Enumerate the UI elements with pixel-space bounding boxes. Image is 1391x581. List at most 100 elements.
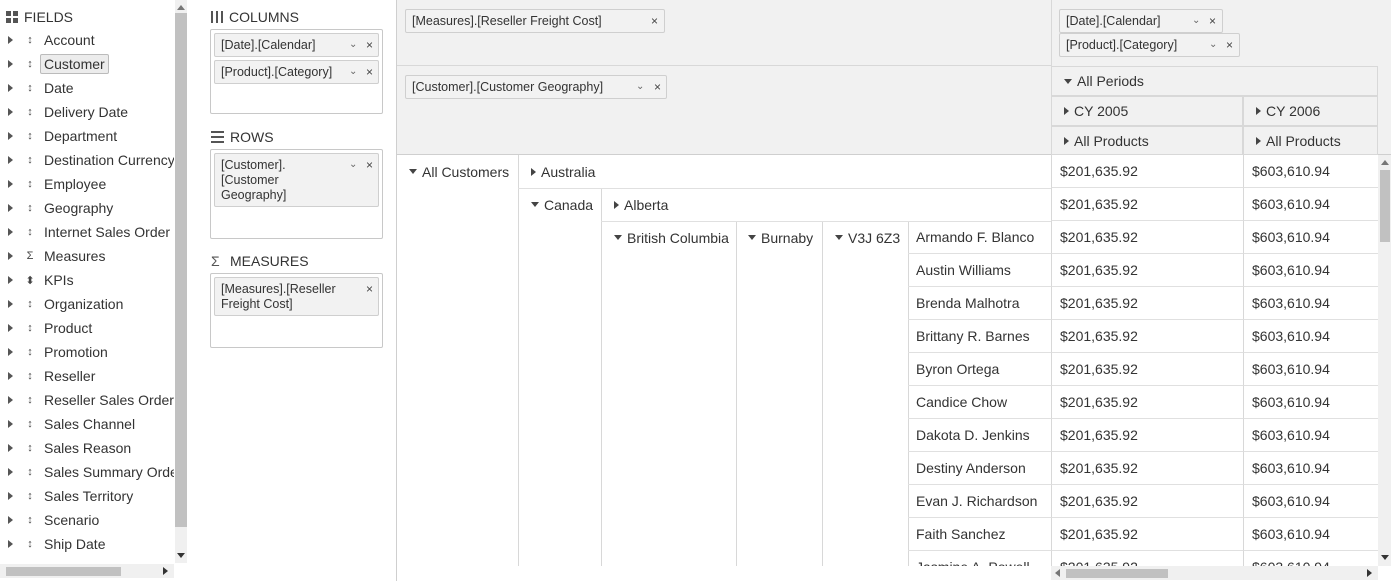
field-item[interactable]: ↕ Sales Reason <box>0 436 174 460</box>
col-header-all-products[interactable]: All Products <box>1243 126 1378 155</box>
col-header-all-products[interactable]: All Products <box>1051 126 1243 155</box>
column-chip[interactable]: [Date].[Calendar] ⌄ × <box>214 33 379 57</box>
field-item[interactable]: ↕ Customer <box>0 52 174 76</box>
close-icon[interactable]: × <box>1226 38 1233 52</box>
scroll-down-icon[interactable] <box>1381 555 1389 560</box>
expand-icon[interactable] <box>8 324 13 332</box>
chevron-down-icon[interactable]: ⌄ <box>349 39 357 50</box>
value-cell[interactable]: $201,635.92 <box>1051 254 1243 287</box>
chevron-down-icon[interactable]: ⌄ <box>349 159 357 170</box>
value-cell[interactable]: $603,610.94 <box>1243 518 1378 551</box>
value-cell[interactable]: $201,635.92 <box>1051 155 1243 188</box>
field-item[interactable]: ↕ Employee <box>0 172 174 196</box>
collapse-icon[interactable] <box>531 202 539 207</box>
columns-drop-zone[interactable]: [Date].[Calendar] ⌄ × [Product].[Categor… <box>210 29 383 114</box>
value-cell[interactable]: $603,610.94 <box>1243 287 1378 320</box>
expand-icon[interactable] <box>8 204 13 212</box>
value-cell[interactable]: $603,610.94 <box>1243 254 1378 287</box>
expand-icon[interactable] <box>8 36 13 44</box>
field-item[interactable]: ↕ Ship Date <box>0 532 174 556</box>
value-cell[interactable]: $201,635.92 <box>1051 485 1243 518</box>
close-icon[interactable]: × <box>654 80 661 94</box>
fields-scroll-thumb[interactable] <box>175 13 187 527</box>
value-cell[interactable]: $603,610.94 <box>1243 188 1378 221</box>
fields-horizontal-scrollbar[interactable] <box>0 564 174 578</box>
rows-drop-zone[interactable]: [Customer]. [Customer Geography] ⌄ × <box>210 149 383 239</box>
value-cell[interactable]: $603,610.94 <box>1243 221 1378 254</box>
expand-icon[interactable] <box>8 156 13 164</box>
value-cell[interactable]: $201,635.92 <box>1051 287 1243 320</box>
column-chip[interactable]: [Product].[Category] ⌄ × <box>214 60 379 84</box>
value-cell[interactable]: $201,635.92 <box>1051 320 1243 353</box>
row-header-canada[interactable]: Canada <box>531 188 593 221</box>
value-cell[interactable]: $603,610.94 <box>1243 551 1378 566</box>
grid-scroll-thumb[interactable] <box>1380 170 1390 242</box>
expand-icon[interactable] <box>8 492 13 500</box>
col-header-all-periods[interactable]: All Periods <box>1051 66 1378 96</box>
measures-drop-zone[interactable]: [Measures].[Reseller Freight Cost] × <box>210 273 383 348</box>
scroll-up-icon[interactable] <box>1381 160 1389 165</box>
field-item[interactable]: ↕ Product <box>0 316 174 340</box>
expand-icon[interactable] <box>8 300 13 308</box>
field-item[interactable]: ↕ Sales Summary Orde <box>0 460 174 484</box>
row-header-postal-code[interactable]: V3J 6Z3 <box>835 221 900 254</box>
expand-icon[interactable] <box>8 60 13 68</box>
scroll-up-icon[interactable] <box>177 5 185 10</box>
row-header-alberta[interactable]: Alberta <box>614 188 668 221</box>
field-item[interactable]: ↕ Reseller Sales Order <box>0 388 174 412</box>
chevron-down-icon[interactable]: ⌄ <box>349 66 357 77</box>
scroll-left-icon[interactable] <box>1055 569 1060 577</box>
expand-icon[interactable] <box>8 516 13 524</box>
scroll-right-icon[interactable] <box>163 567 168 575</box>
expand-icon[interactable] <box>8 396 13 404</box>
field-item[interactable]: ↕ Delivery Date <box>0 100 174 124</box>
field-item[interactable]: ↕ Account <box>0 28 174 52</box>
collapse-icon[interactable] <box>409 169 417 174</box>
expand-icon[interactable] <box>8 228 13 236</box>
row-header-australia[interactable]: Australia <box>531 155 595 188</box>
field-item[interactable]: ↕ Promotion <box>0 340 174 364</box>
expand-icon[interactable] <box>8 420 13 428</box>
expand-icon[interactable] <box>8 276 13 284</box>
field-item[interactable]: ⬍ KPIs <box>0 268 174 292</box>
fields-vertical-scrollbar[interactable] <box>175 0 187 563</box>
value-cell[interactable]: $603,610.94 <box>1243 320 1378 353</box>
field-item[interactable]: ↕ Reseller <box>0 364 174 388</box>
expand-icon[interactable] <box>8 372 13 380</box>
expand-icon[interactable] <box>614 200 619 209</box>
row-header-all-customers[interactable]: All Customers <box>409 155 509 188</box>
scroll-down-icon[interactable] <box>177 553 185 558</box>
value-cell[interactable]: $201,635.92 <box>1051 188 1243 221</box>
close-icon[interactable]: × <box>366 158 373 172</box>
close-icon[interactable]: × <box>651 14 658 28</box>
value-cell[interactable]: $201,635.92 <box>1051 518 1243 551</box>
expand-icon[interactable] <box>1256 136 1261 145</box>
grid-column-chip[interactable]: [Date].[Calendar] ⌄ × <box>1059 9 1223 33</box>
value-cell[interactable]: $603,610.94 <box>1243 155 1378 188</box>
expand-icon[interactable] <box>8 468 13 476</box>
value-cell[interactable]: $603,610.94 <box>1243 386 1378 419</box>
expand-icon[interactable] <box>1064 107 1069 115</box>
field-item[interactable]: ↕ Organization <box>0 292 174 316</box>
field-item[interactable]: ↕ Date <box>0 76 174 100</box>
field-item[interactable]: ↕ Sales Channel <box>0 412 174 436</box>
chevron-down-icon[interactable]: ⌄ <box>1192 15 1200 26</box>
value-cell[interactable]: $201,635.92 <box>1051 551 1243 566</box>
value-cell[interactable]: $201,635.92 <box>1051 221 1243 254</box>
collapse-icon[interactable] <box>748 235 756 240</box>
field-item[interactable]: ↕ Destination Currency <box>0 148 174 172</box>
grid-measure-chip[interactable]: [Measures].[Reseller Freight Cost] × <box>405 9 665 33</box>
chevron-down-icon[interactable]: ⌄ <box>636 81 644 92</box>
field-item[interactable]: ↕ Department <box>0 124 174 148</box>
field-item[interactable]: ↕ Internet Sales Order <box>0 220 174 244</box>
row-header-british-columbia[interactable]: British Columbia <box>614 221 729 254</box>
close-icon[interactable]: × <box>366 282 373 296</box>
chevron-down-icon[interactable]: ⌄ <box>1209 39 1217 50</box>
collapse-icon[interactable] <box>614 235 622 240</box>
field-item[interactable]: ↕ Sales Territory <box>0 484 174 508</box>
expand-icon[interactable] <box>8 84 13 92</box>
close-icon[interactable]: × <box>366 65 373 79</box>
col-header-cy2006[interactable]: CY 2006 <box>1243 96 1378 126</box>
fields-hscroll-thumb[interactable] <box>6 567 121 576</box>
expand-icon[interactable] <box>8 348 13 356</box>
